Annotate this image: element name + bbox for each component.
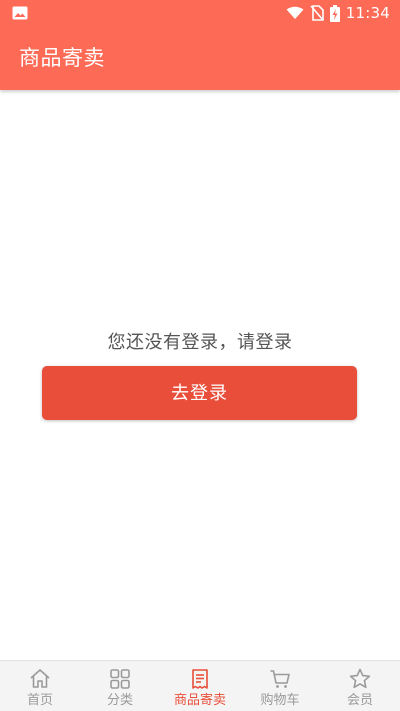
tab-member[interactable]: 会员 xyxy=(320,661,400,711)
wifi-icon xyxy=(286,6,304,19)
tab-category-label: 分类 xyxy=(106,693,133,708)
tab-consignment-label: 商品寄卖 xyxy=(173,693,226,708)
receipt-icon xyxy=(192,669,208,689)
image-notification-icon xyxy=(12,6,28,20)
status-time: 11:34 xyxy=(345,4,390,22)
status-bar: 11:34 xyxy=(0,0,400,26)
home-icon xyxy=(30,669,50,688)
tab-cart-label: 购物车 xyxy=(260,693,300,708)
page-title: 商品寄卖 xyxy=(19,46,105,70)
bottom-tab-bar: 首页 分类 商品寄卖 购物车 会员 xyxy=(0,660,400,711)
go-login-button[interactable]: 去登录 xyxy=(42,366,357,420)
tab-home[interactable]: 首页 xyxy=(0,661,80,711)
tab-category[interactable]: 分类 xyxy=(80,661,160,711)
app-bar: 商品寄卖 xyxy=(0,26,400,90)
tab-home-label: 首页 xyxy=(26,693,53,708)
tab-consignment[interactable]: 商品寄卖 xyxy=(160,661,240,711)
cart-icon xyxy=(270,670,290,688)
star-icon xyxy=(349,668,371,689)
status-right: 11:34 xyxy=(286,3,390,23)
battery-charging-icon xyxy=(329,4,340,22)
no-sim-icon xyxy=(310,5,324,21)
tab-member-label: 会员 xyxy=(346,693,373,708)
login-prompt: 您还没有登录，请登录 xyxy=(107,332,293,353)
tab-cart[interactable]: 购物车 xyxy=(240,661,320,711)
grid-icon xyxy=(110,669,130,689)
